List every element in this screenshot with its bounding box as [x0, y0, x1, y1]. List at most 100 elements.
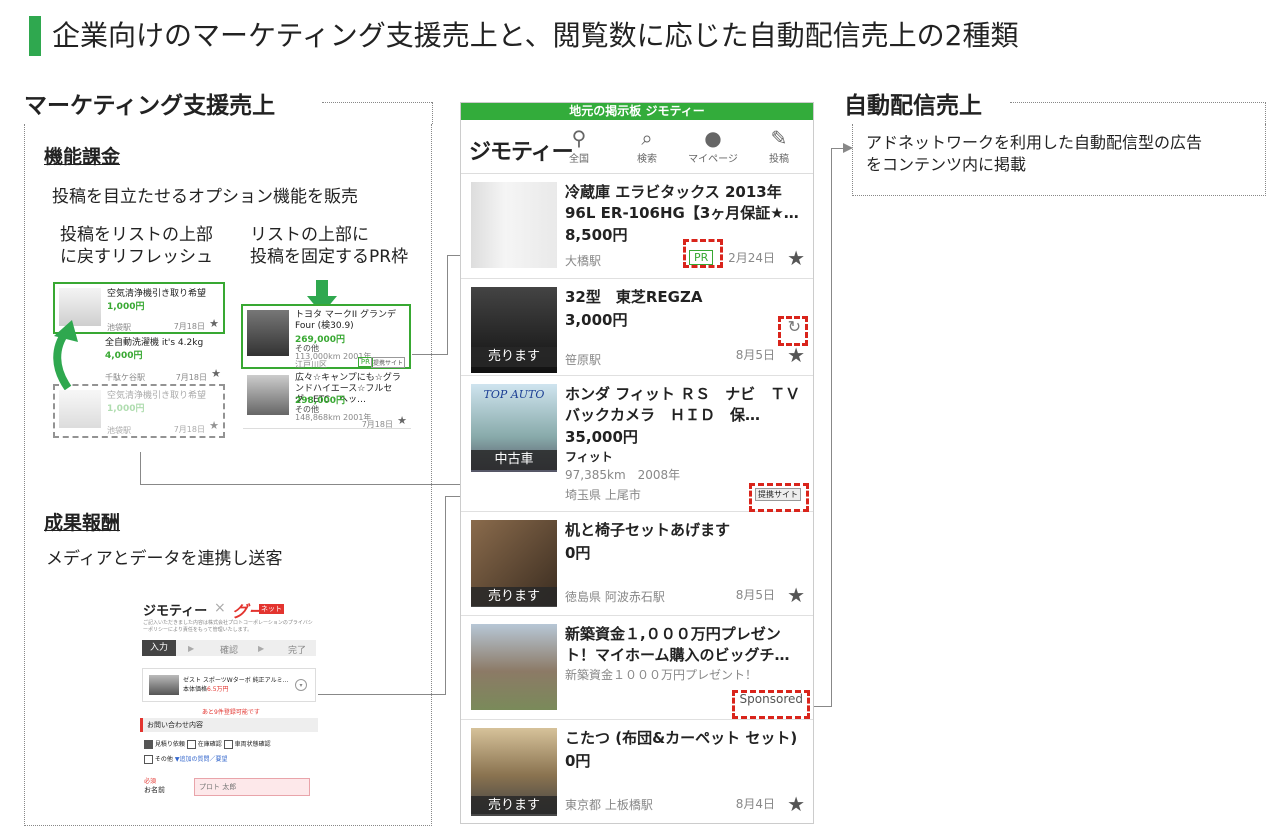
item-station: 徳島県 阿波赤石駅 — [565, 590, 665, 604]
mini-date: 7月18日 — [173, 322, 205, 331]
nav-mypage[interactable]: ● マイページ — [685, 126, 741, 165]
privacy-notice: ご記入いただきました内容は株式会社プロトコーポレーションのプライバシーポリシーに… — [143, 620, 313, 633]
item-price: 0円 — [565, 544, 591, 562]
step-arrow: ▶ — [258, 644, 265, 653]
mini-thumb — [247, 375, 289, 415]
top-banner: 地元の掲示板 ジモティー — [461, 103, 813, 120]
slide-title: 企業向けのマーケティング支援売上と、閲覧数に応じた自動配信売上の2種類 — [52, 19, 1019, 52]
connector-line — [140, 452, 141, 484]
refresh-arrow-icon — [53, 320, 78, 390]
pencil-icon: ✎ — [770, 126, 788, 150]
app-header: ジモティー ⚲ 全国 ⌕ 検索 ● マイページ ✎ 投稿 — [461, 120, 813, 174]
car-thumb — [149, 675, 179, 695]
item-title: こたつ (布団&カーペット セット) — [565, 729, 798, 747]
nav-post[interactable]: ✎ 投稿 — [751, 126, 807, 165]
list-item[interactable]: 売ります 机と椅子セットあげます 0円 徳島県 阿波赤石駅 8月5日 ★ — [461, 512, 813, 616]
item-title: 新築資金１,０００万円プレゼント！マイホーム購入のビッグチ… — [565, 625, 790, 664]
star-icon: ★ — [209, 317, 219, 330]
item-image — [471, 624, 557, 710]
nav-all[interactable]: ⚲ 全国 — [551, 126, 607, 165]
panel-edge — [1265, 102, 1266, 124]
item-title: ホンダ フィット ＲＳ ナビ ＴＶ バックカメラ ＨＩＤ 保… — [565, 385, 814, 424]
auto-delivery-desc: アドネットワークを利用した自動配信型の広告 をコンテンツ内に掲載 — [866, 133, 1203, 174]
star-icon[interactable]: ★ — [787, 246, 805, 270]
mini-station: 千駄ケ谷駅 — [105, 373, 145, 382]
car-name: ゼスト スポーツWターボ 純正アルミ… — [183, 677, 289, 684]
car-box: ゼスト スポーツWターボ 純正アルミ… 本体価格6.5万円 ▾ — [142, 668, 316, 702]
nav-label: 検索 — [637, 154, 657, 165]
item-badge: 売ります — [471, 796, 557, 816]
item-date: 8月5日 — [735, 348, 775, 362]
list-item[interactable]: 売ります 32型 東芝REGZA 3,000円 笹原駅 8月5日 ★ ↻ — [461, 279, 813, 376]
item-badge: 中古車 — [471, 450, 557, 470]
item-image — [471, 182, 557, 268]
checkbox[interactable] — [186, 740, 196, 749]
mini-item-5: 広々☆キャンプにも☆グランドハイエース☆フルセグ・ETC・ヘッ… 298,000… — [243, 371, 411, 429]
sponsored-highlight — [732, 690, 810, 719]
nav-label: 投稿 — [769, 154, 789, 165]
star-icon: ★ — [209, 419, 219, 432]
refresh-highlight — [778, 316, 808, 346]
title-accent-bar — [29, 16, 41, 56]
step-arrow: ▶ — [188, 644, 195, 653]
checkbox-checked[interactable] — [144, 740, 153, 749]
item-date: 8月4日 — [735, 797, 775, 811]
item-badge: 売ります — [471, 347, 557, 367]
panel-edge — [432, 102, 433, 124]
mini-item-pr: トヨタ マークII グランデFour (検30.9) 269,000円 その他 … — [241, 304, 411, 369]
jimoty-logo: ジモティー — [143, 604, 208, 619]
features-desc: 投稿を目立たせるオプション機能を販売 — [52, 187, 358, 207]
star-icon[interactable]: ★ — [787, 792, 805, 816]
check-label: 車両状態確認 — [234, 741, 271, 748]
heading-divider — [1010, 102, 1266, 103]
star-icon: ★ — [397, 414, 407, 427]
connector-line — [831, 148, 832, 707]
chevron-down-icon[interactable]: ▾ — [295, 679, 307, 691]
step-complete: 完了 — [288, 646, 307, 656]
step-confirm: 確認 — [220, 646, 239, 656]
mini-station: 池袋駅 — [107, 426, 131, 435]
auto-delivery-heading: 自動配信売上 — [844, 93, 982, 119]
checkbox[interactable] — [223, 740, 233, 749]
performance-heading: 成果報酬 — [44, 512, 121, 534]
name-label: お名前 — [144, 786, 165, 794]
required-mark: 必須 — [144, 778, 157, 785]
mini-area: 江戸川区 — [295, 360, 327, 369]
item-title: 32型 東芝REGZA — [565, 288, 703, 306]
item-price: 8,500円 — [565, 226, 628, 244]
performance-desc: メディアとデータを連携し送客 — [46, 549, 283, 569]
item-mileage: 97,385km 2008年 — [565, 468, 681, 482]
check-label: その他 — [154, 756, 173, 763]
list-item[interactable]: 冷蔵庫 エラビタックス 2013年 96L ER-106HG【3ヶ月保証★… 8… — [461, 174, 813, 279]
item-station: 埼玉県 上尾市 — [565, 488, 641, 502]
mini-station: 池袋駅 — [107, 323, 131, 332]
mini-date: 7月18日 — [361, 420, 393, 429]
connector-line — [445, 496, 446, 695]
star-icon[interactable]: ★ — [787, 343, 805, 367]
item-station: 東京都 上板橋駅 — [565, 798, 653, 812]
mini-thumb — [59, 390, 101, 428]
refresh-label: 投稿をリストの上部 に戻すリフレッシュ — [60, 225, 213, 267]
check-label: 在庫確認 — [197, 741, 222, 748]
list-item[interactable]: 売ります こたつ (布団&カーペット セット) 0円 東京都 上板橋駅 8月4日… — [461, 720, 813, 823]
item-station: 笹原駅 — [565, 353, 602, 367]
goo-net-sub: ネット — [259, 604, 284, 614]
connector-line — [412, 354, 448, 355]
add-question-link[interactable]: ▼追加の質問／要望 — [175, 756, 228, 763]
item-station: 大橋駅 — [565, 254, 602, 268]
mini-item-old-position: 空気清浄機引き取り希望 1,000円 池袋駅 7月18日 ★ — [53, 384, 225, 438]
star-icon[interactable]: ★ — [787, 583, 805, 607]
partner-highlight — [749, 483, 809, 512]
mini-date: 7月18日 — [173, 425, 205, 434]
name-field[interactable]: プロト 太郎 — [194, 778, 310, 796]
nav-search[interactable]: ⌕ 検索 — [619, 126, 675, 165]
check-label: 見積り依頼 — [154, 741, 185, 748]
checkbox[interactable] — [144, 755, 153, 764]
deadline-note: あと9件登録可能です — [202, 709, 260, 716]
features-heading: 機能課金 — [44, 146, 121, 168]
item-model: フィット — [565, 450, 613, 464]
inquiry-form-mockup: ジモティー × グー ネット ご記入いただきました内容は株式会社プロトコーポレー… — [140, 598, 318, 804]
mini-price: 4,000円 — [105, 351, 143, 361]
mini-title: トヨタ マークII グランデFour (検30.9) — [295, 310, 397, 331]
item-title: 冷蔵庫 エラビタックス 2013年 96L ER-106HG【3ヶ月保証★… — [565, 183, 799, 222]
